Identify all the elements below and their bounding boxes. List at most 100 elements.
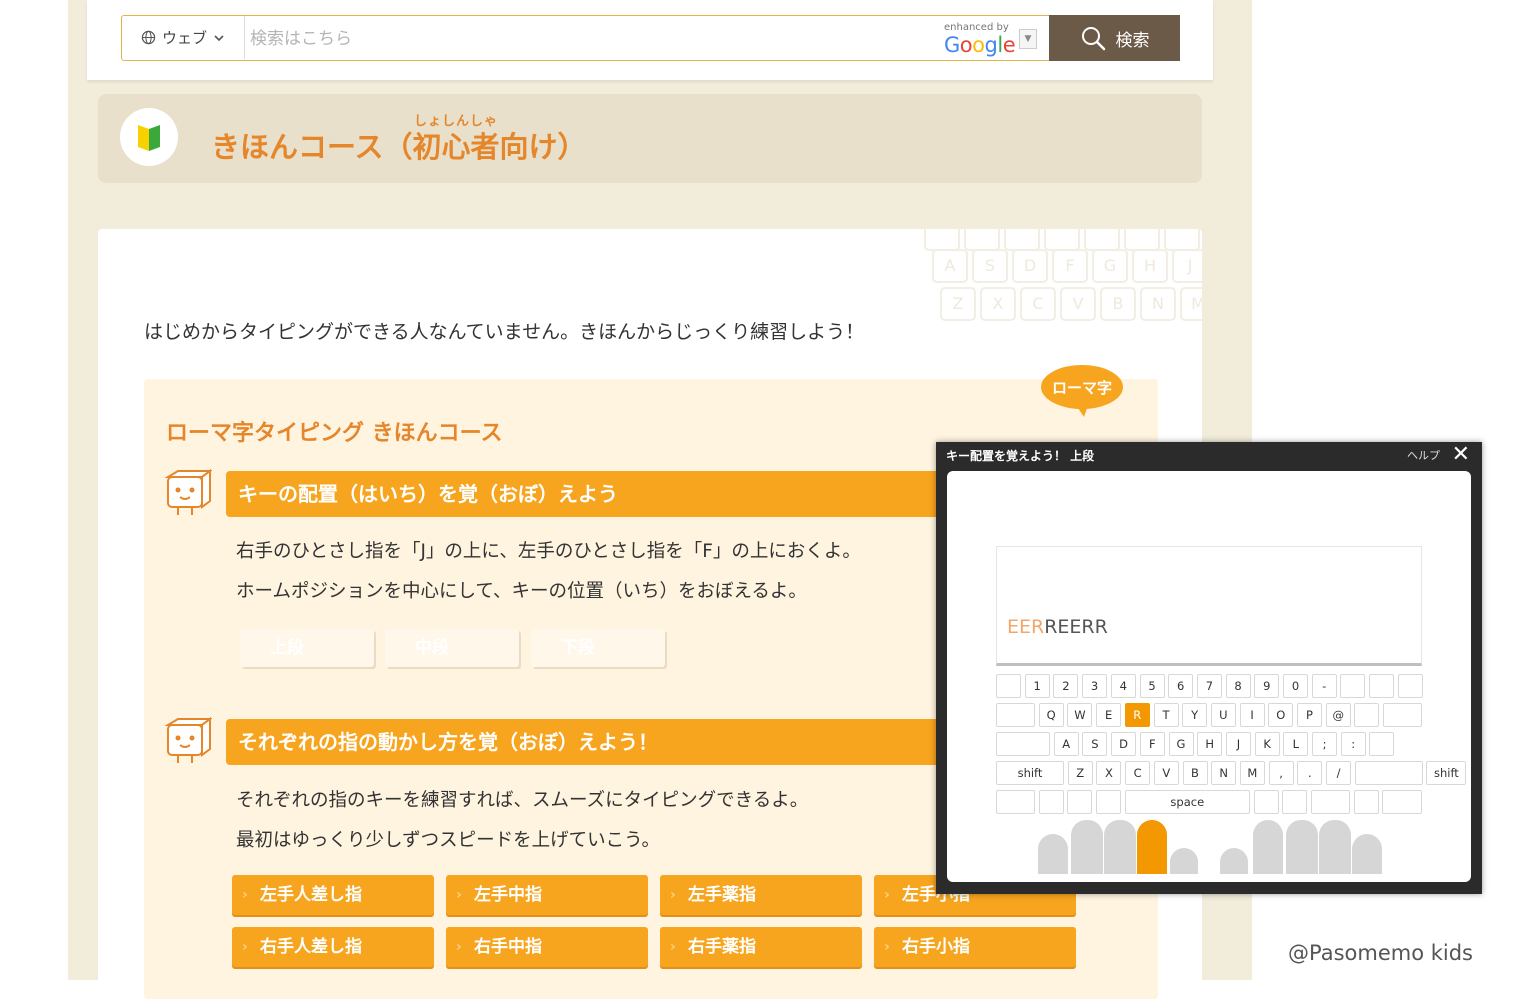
key-r: R <box>1124 703 1150 727</box>
key-blank <box>1353 790 1379 814</box>
search-button-label: 検索 <box>1115 30 1150 51</box>
beginner-badge <box>120 108 178 166</box>
google-options-dropdown[interactable]: ▼ <box>1019 29 1037 49</box>
section-finger-movement-title: それぞれの指の動かし方を覚（おぼ）えよう！ <box>226 719 1026 765</box>
key-5: 5 <box>1139 674 1165 698</box>
search-header: ウェブ enhanced by Google ▼ 検索 <box>87 0 1213 80</box>
key-i: I <box>1239 703 1265 727</box>
key-blank <box>1382 790 1423 814</box>
chevron-right-icon: › <box>456 939 462 955</box>
chevron-right-icon: › <box>670 887 676 903</box>
key-s: S <box>1082 732 1108 756</box>
key-blank <box>1253 790 1279 814</box>
key-shift: shift <box>1426 761 1467 785</box>
key-blank <box>1310 790 1350 814</box>
keyboard-decoration: ASDFGHJ ZXCVBNM <box>924 229 1202 329</box>
row-button-upper[interactable]: 上段 <box>240 629 374 667</box>
search-input[interactable] <box>248 16 942 61</box>
mascot-icon <box>164 469 212 515</box>
key-o: O <box>1268 703 1294 727</box>
finger-7 <box>1253 820 1283 874</box>
key-f: F <box>1139 732 1165 756</box>
key-3: 3 <box>1082 674 1108 698</box>
key-x: / <box>1326 761 1351 785</box>
credit-watermark: @Pasomemo kids <box>1288 941 1474 965</box>
typing-display: EERREERR <box>996 546 1422 666</box>
key-6: 6 <box>1168 674 1194 698</box>
key-0: 0 <box>1283 674 1308 698</box>
course-title: きほんコース（初心者向け） <box>211 130 587 164</box>
finger-button-left-index[interactable]: › 左手人差し指 <box>232 875 434 915</box>
globe-icon <box>141 30 156 45</box>
key-blank <box>1340 674 1366 698</box>
key-blank <box>1096 790 1122 814</box>
key-e: E <box>1096 703 1122 727</box>
key-blank <box>1067 790 1093 814</box>
key-blank <box>1038 790 1064 814</box>
key-blank <box>996 674 1021 698</box>
key-2: 2 <box>1053 674 1079 698</box>
key-p: P <box>1297 703 1322 727</box>
key-blank <box>1383 703 1423 727</box>
section1-desc-1: 右手のひとさし指を「J」の上に、左手のひとさし指を「F」の上におくよ。 <box>236 541 861 562</box>
key-t: T <box>1153 703 1179 727</box>
key-x: ; <box>1312 732 1337 756</box>
key-x: X <box>1096 761 1122 785</box>
modal-body: EERREERR 1 2 3 4 5 6 7 8 9 0- Q W E R T Y U I O P @ A S D F G H J K L… <box>947 471 1471 882</box>
key-w: W <box>1067 703 1093 727</box>
row-button-middle[interactable]: 中段 <box>385 629 519 667</box>
key-n: N <box>1211 761 1237 785</box>
key-a: A <box>1053 732 1079 756</box>
intro-text: はじめからタイピングができる人なんていません。きほんからじっくり練習しよう！ <box>144 321 865 343</box>
finger-button-right-pinky[interactable]: › 右手小指 <box>874 927 1076 967</box>
modal-title: キー配置を覚えよう！ 上段 <box>946 449 1095 463</box>
close-icon[interactable]: ✕ <box>1452 443 1470 467</box>
key-blank <box>1354 761 1423 785</box>
key-v: V <box>1153 761 1179 785</box>
mascot-icon <box>164 717 212 763</box>
key-k: K <box>1254 732 1280 756</box>
key-blank <box>1369 732 1395 756</box>
finger-button-right-ring[interactable]: › 右手薬指 <box>660 927 862 967</box>
search-scope-select[interactable]: ウェブ <box>122 16 245 59</box>
key-x: @ <box>1325 703 1351 727</box>
key-d: D <box>1111 732 1137 756</box>
finger-9 <box>1319 820 1351 874</box>
romaji-badge-label: ローマ字 <box>1052 379 1112 397</box>
search-scope-label: ウェブ <box>161 29 207 47</box>
finger-button-left-ring[interactable]: › 左手薬指 <box>660 875 862 915</box>
chevron-down-icon <box>214 34 224 41</box>
finger-4 <box>1137 820 1167 874</box>
key-j: J <box>1225 732 1251 756</box>
row-button-lower[interactable]: 下段 <box>531 629 665 667</box>
key-x: , <box>1268 761 1294 785</box>
finger-2 <box>1071 820 1103 874</box>
chevron-right-icon: › <box>242 939 248 955</box>
finger-button-left-middle[interactable]: › 左手中指 <box>446 875 648 915</box>
key-blank <box>1354 703 1380 727</box>
key-blank <box>996 790 1035 814</box>
key-l: L <box>1283 732 1309 756</box>
chevron-right-icon: › <box>242 887 248 903</box>
finger-button-right-index[interactable]: › 右手人差し指 <box>232 927 434 967</box>
key-m: M <box>1239 761 1265 785</box>
finger-3 <box>1104 820 1136 874</box>
finger-button-right-middle[interactable]: › 右手中指 <box>446 927 648 967</box>
enhanced-by-label: enhanced by <box>944 22 1009 33</box>
chevron-right-icon: › <box>456 887 462 903</box>
key-x: - <box>1311 674 1337 698</box>
key-9: 9 <box>1254 674 1280 698</box>
help-link[interactable]: ヘルプ <box>1407 447 1440 463</box>
key-g: G <box>1168 732 1194 756</box>
search-box: ウェブ enhanced by Google ▼ 検索 <box>121 15 1180 61</box>
finger-6 <box>1220 848 1248 874</box>
search-button[interactable]: 検索 <box>1049 15 1180 61</box>
chevron-right-icon: › <box>884 887 890 903</box>
google-logo: Google <box>944 33 1016 57</box>
google-badge: enhanced by Google ▼ <box>944 20 1040 57</box>
chevron-right-icon: › <box>884 939 890 955</box>
course-banner: しょしんしゃ きほんコース（初心者向け） <box>98 94 1202 183</box>
typed-portion: EER <box>1007 616 1045 638</box>
section1-desc-2: ホームポジションを中心にして、キーの位置（いち）をおぼえるよ。 <box>236 581 807 602</box>
key-x: : <box>1340 732 1366 756</box>
